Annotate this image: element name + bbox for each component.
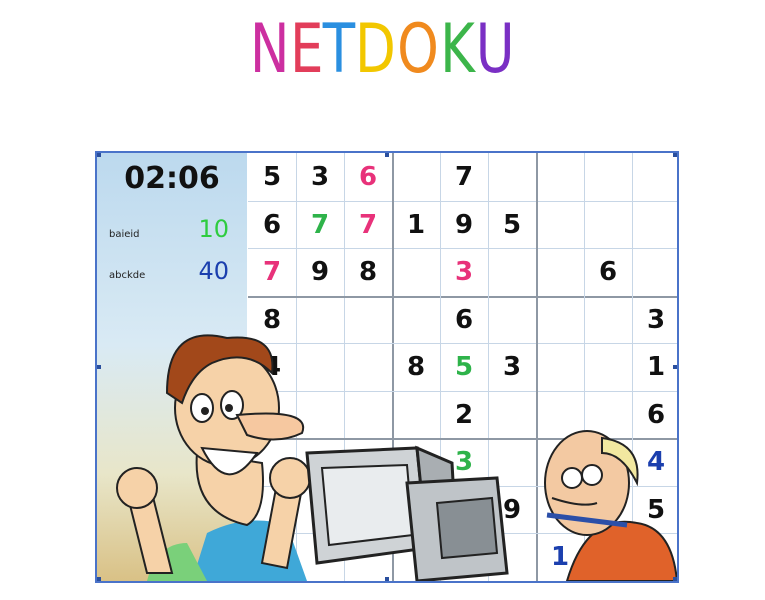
- title-letter: E: [289, 10, 325, 89]
- title-letter: T: [322, 10, 357, 89]
- resize-handle[interactable]: [385, 577, 389, 581]
- resize-handle[interactable]: [97, 365, 101, 369]
- title-letter: O: [397, 10, 441, 89]
- title-letter: N: [249, 10, 291, 89]
- computer-monitor-cartoon: [305, 445, 509, 581]
- resize-handle[interactable]: [385, 153, 389, 157]
- cartoon-illustration: [116, 334, 677, 581]
- resize-handle[interactable]: [673, 365, 677, 369]
- resize-handle[interactable]: [97, 153, 101, 157]
- title-letter: U: [475, 10, 516, 89]
- title-letter: D: [355, 10, 398, 89]
- title-letter: K: [440, 10, 477, 89]
- game-board: 02:06 baieid 10 abckde 40 53676771957983…: [95, 151, 679, 583]
- resize-handle[interactable]: [97, 577, 101, 581]
- resize-handle[interactable]: [673, 153, 677, 157]
- resize-handle[interactable]: [673, 577, 677, 581]
- game-title: NETDOKU: [0, 0, 765, 100]
- happy-man-cartoon: [116, 334, 311, 581]
- angry-man-cartoon: [544, 430, 677, 581]
